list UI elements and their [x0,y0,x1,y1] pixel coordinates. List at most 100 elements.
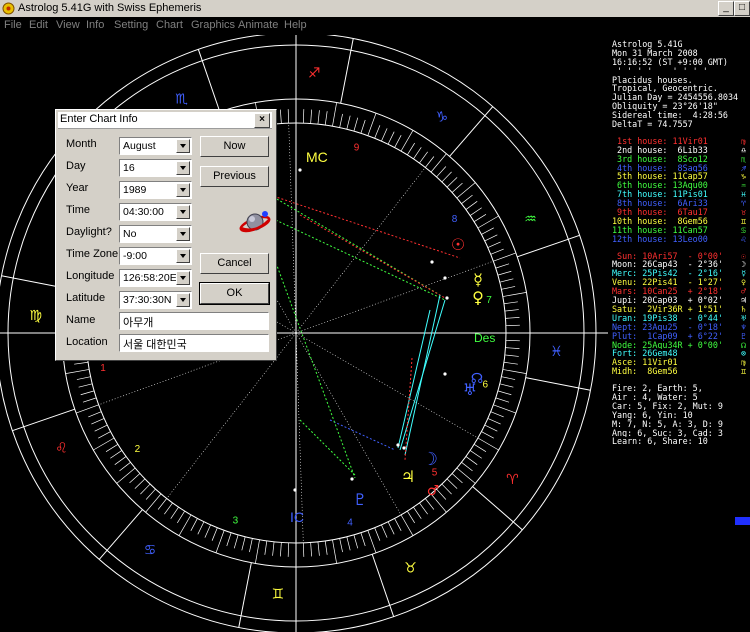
house-cusp-line [295,167,426,334]
ok-button[interactable]: OK [199,282,270,305]
degree-tick [105,443,119,452]
month-label: Month [66,138,97,150]
planet-line-text: Plut: 1Cap09 + 6°22' [612,331,723,341]
menu-chart[interactable]: Chart [156,19,183,31]
chevron-down-icon[interactable] [176,205,190,219]
degree-tick [353,117,359,132]
day-select[interactable]: 16 [119,159,192,177]
sign-divider-line [449,106,494,157]
menu-file[interactable]: File [4,19,22,31]
degree-tick [75,404,99,414]
header-line: 16:16:52 (ST +9:00 GMT) [612,58,750,67]
title-bar: Astrolog 5.41G with Swiss Ephemeris _ □ [0,0,750,17]
house-number-label: 2 [135,444,141,455]
house-line-glyph-icon: ♑ [740,172,746,182]
daylight-value: No [123,228,137,240]
planet-line: Moon: 26Cap43 - 2°36' ☽ [612,260,750,269]
planet-line: Nept: 23Aqu25 - 0°18' ♆ [612,323,750,332]
degree-tick [394,518,402,531]
degree-tick [441,171,452,183]
menu-view[interactable]: View [56,19,80,31]
house-line-text: 7th house: 11Pis01 [612,190,708,200]
zodiac-sign-glyph-icon: ♉ [404,561,417,577]
chevron-down-icon[interactable] [176,161,190,175]
degree-tick [484,424,498,432]
degree-tick [487,418,501,425]
house-line-text: 11th house: 11Can57 [612,225,708,235]
midheaven-label: MC [306,149,328,165]
menu-bar: File Edit View Info Setting Chart Graphi… [0,17,750,35]
degree-tick [164,502,173,515]
degree-tick [310,542,312,557]
degree-tick [116,467,136,484]
stats-line-text: Fire: 2, Earth: 5, [612,384,703,393]
degree-tick [465,201,478,210]
degree-tick [484,234,498,242]
close-icon[interactable]: × [254,113,270,128]
house-line-glyph-icon: ♈ [740,199,746,209]
planet-line-text: Mars: 10Can25 + 2°18' [612,287,723,297]
degree-tick [446,478,458,489]
minimize-button[interactable]: _ [718,1,734,16]
now-button[interactable]: Now [200,136,269,157]
longitude-value: 126:58:20E [123,272,177,284]
degree-tick [503,361,518,365]
chevron-down-icon[interactable] [176,249,190,263]
stats-line: Ang: 6, Suc: 3, Cad: 3 [612,429,750,438]
chevron-down-icon[interactable] [176,139,190,153]
time-select[interactable]: 04:30:00 [119,203,192,221]
sign-divider-line [238,562,252,628]
stats-line: M: 7, N: 5, A: 3, D: 9 [612,420,750,429]
menu-graphics[interactable]: Graphics [191,19,235,31]
degree-tick [406,510,415,524]
house-number-label: 9 [354,143,360,154]
maximize-button[interactable]: □ [734,1,750,16]
degree-tick [493,252,517,262]
degree-tick [461,462,473,472]
house-line-glyph-icon: ♎ [740,145,746,155]
chevron-down-icon[interactable] [176,183,190,197]
location-input[interactable]: 서울 대한민국 [119,334,269,352]
daylight-select[interactable]: No [119,225,192,243]
degree-tick [346,536,351,551]
chevron-down-icon[interactable] [176,293,190,307]
menu-animate[interactable]: Animate [238,19,278,31]
planet-line: Merc: 25Pis42 - 2°16' ☿ [612,269,750,278]
degree-tick [451,473,463,484]
menu-setting[interactable]: Setting [114,19,148,31]
menu-help[interactable]: Help [284,19,307,31]
month-select[interactable]: August [119,137,192,155]
degree-tick [94,424,108,432]
zodiac-sign-glyph-icon: ♏ [175,91,188,107]
header-line-text: Astrolog 5.41G [612,40,683,49]
name-input[interactable]: 아무개 [119,312,269,330]
planet-position-dot [402,446,406,450]
previous-button[interactable]: Previous [200,166,269,187]
scroll-marker [735,517,750,525]
degree-tick [473,443,487,452]
timezone-select[interactable]: -9:00 [119,247,192,265]
degree-tick [490,411,504,418]
aspect-line [264,214,446,301]
degree-tick [497,270,512,276]
sign-divider-line [525,377,591,391]
menu-info[interactable]: Info [86,19,104,31]
day-value: 16 [123,162,135,174]
cancel-button[interactable]: Cancel [200,253,269,274]
chevron-down-icon[interactable] [176,227,190,241]
degree-tick [110,450,123,459]
planet-position-dot [298,168,302,172]
house-line-glyph-icon: ♍ [740,136,746,146]
degree-tick [499,278,514,283]
year-select[interactable]: 1989 [119,181,192,199]
daylight-label: Daylight? [66,226,112,238]
latitude-select[interactable]: 37:30:30N [119,291,192,309]
planet-line-text: Sun: 10Ari57 - 0°00' [612,251,723,261]
menu-edit[interactable]: Edit [29,19,48,31]
degree-tick [469,207,482,216]
chevron-down-icon[interactable] [176,271,190,285]
degree-tick [76,376,91,380]
degree-tick [501,376,516,380]
longitude-select[interactable]: 126:58:20E [119,269,192,287]
